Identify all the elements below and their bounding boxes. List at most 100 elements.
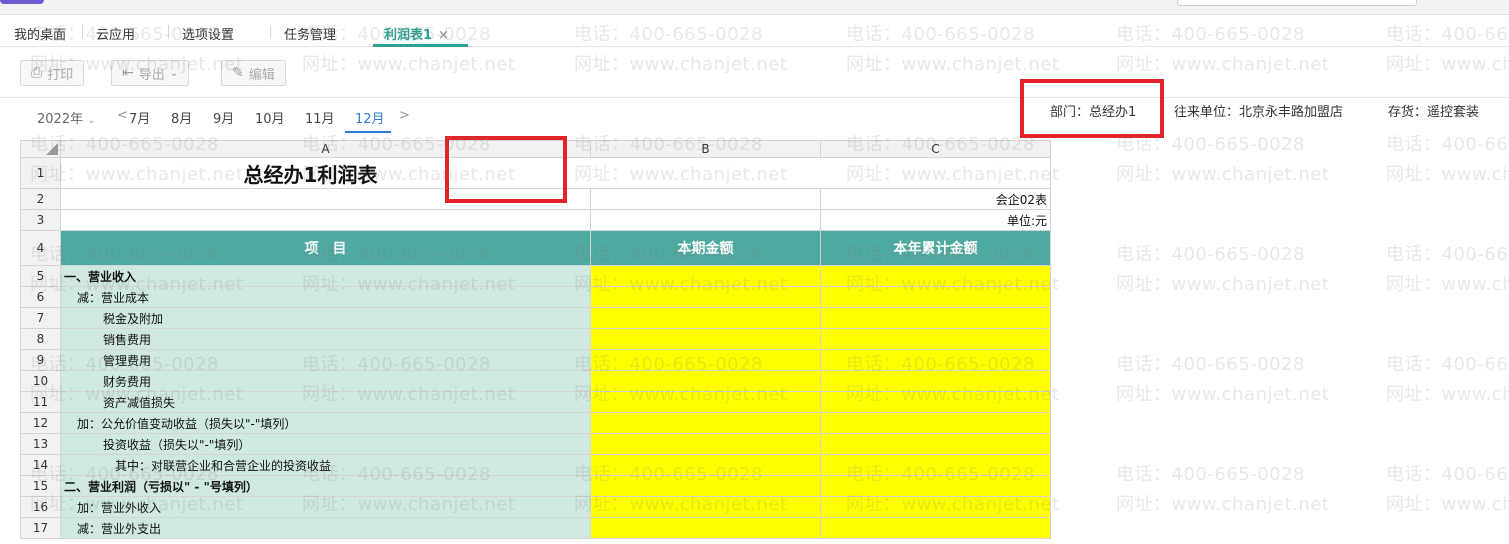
watermark-phone: 电话：400-665-0028 — [1386, 354, 1509, 375]
ytd-amount-cell[interactable] — [820, 307, 1051, 329]
table-row: 8 销售费用 — [20, 328, 1051, 350]
chevron-down-icon: ⌄ — [87, 115, 96, 126]
row-header[interactable]: 6 — [20, 286, 61, 308]
row-header[interactable]: 4 — [20, 230, 61, 266]
print-button[interactable]: ⎙ 打印 — [20, 60, 85, 86]
ytd-amount-cell[interactable] — [820, 391, 1051, 413]
report-title-text: 总经办1利润表 — [243, 162, 378, 187]
global-search-input[interactable] — [1177, 0, 1417, 6]
row-header[interactable]: 1 — [20, 157, 61, 189]
current-amount-cell[interactable] — [590, 307, 821, 329]
current-amount-cell[interactable] — [590, 412, 821, 434]
current-amount-cell[interactable] — [590, 328, 821, 350]
current-amount-cell[interactable] — [590, 454, 821, 476]
item-cell[interactable]: 销售费用 — [60, 328, 591, 350]
row-header[interactable]: 17 — [20, 517, 61, 539]
ytd-amount-cell[interactable] — [820, 265, 1051, 287]
tab-divider — [168, 25, 169, 39]
row-header[interactable]: 7 — [20, 307, 61, 329]
ytd-amount-cell[interactable] — [820, 517, 1051, 539]
table-row: 17 减：营业外支出 — [20, 517, 1051, 539]
row-header[interactable]: 8 — [20, 328, 61, 350]
current-amount-cell[interactable] — [590, 517, 821, 539]
ytd-amount-cell[interactable] — [820, 370, 1051, 392]
year-select[interactable]: 2022年 ⌄ — [37, 108, 96, 127]
print-label: 打印 — [47, 67, 74, 83]
tab-profit-statement[interactable]: 利润表1 × — [384, 24, 449, 43]
ytd-amount-cell[interactable] — [820, 496, 1051, 518]
tab-cloud-apps[interactable]: 云应用 — [96, 24, 135, 43]
row-header[interactable]: 15 — [20, 475, 61, 497]
form-number-cell[interactable]: 会企02表 — [820, 188, 1051, 210]
row-header[interactable]: 5 — [20, 265, 61, 287]
table-row: 16 加：营业外收入 — [20, 496, 1051, 518]
ytd-amount-cell[interactable] — [820, 412, 1051, 434]
column-header-b[interactable]: B — [590, 140, 821, 158]
highlight-box-department — [1020, 79, 1164, 138]
ytd-amount-cell[interactable] — [820, 328, 1051, 350]
watermark-phone: 电话：400-665-0028 — [1386, 464, 1509, 485]
ytd-amount-cell[interactable] — [820, 454, 1051, 476]
item-cell[interactable]: 投资收益（损失以"-"填列） — [60, 433, 591, 455]
row-header[interactable]: 14 — [20, 454, 61, 476]
watermark-site: 网址：www.chanjet.net — [1386, 274, 1509, 295]
column-header-c[interactable]: C — [820, 140, 1051, 158]
item-cell[interactable]: 加：公允价值变动收益（损失以"-"填列） — [60, 412, 591, 434]
export-icon: ⇤ — [122, 65, 134, 81]
month-11[interactable]: 11月 — [305, 108, 335, 127]
item-cell[interactable]: 财务费用 — [60, 370, 591, 392]
month-9[interactable]: 9月 — [213, 108, 234, 127]
row-header[interactable]: 10 — [20, 370, 61, 392]
header-current-amount[interactable]: 本期金额 — [590, 230, 821, 266]
ytd-amount-cell[interactable] — [820, 433, 1051, 455]
cell[interactable] — [60, 209, 591, 231]
item-cell[interactable]: 二、营业利润（亏损以" - "号填列） — [60, 475, 591, 497]
item-cell[interactable]: 一、营业收入 — [60, 265, 591, 287]
current-amount-cell[interactable] — [590, 433, 821, 455]
header-item[interactable]: 项 目 — [60, 230, 591, 266]
item-cell[interactable]: 其中：对联营企业和合营企业的投资收益 — [60, 454, 591, 476]
tab-task-management[interactable]: 任务管理 — [284, 24, 336, 43]
row-header[interactable]: 13 — [20, 433, 61, 455]
row-header[interactable]: 16 — [20, 496, 61, 518]
row-header[interactable]: 9 — [20, 349, 61, 371]
current-amount-cell[interactable] — [590, 391, 821, 413]
close-icon[interactable]: × — [438, 28, 449, 43]
item-cell[interactable]: 税金及附加 — [60, 307, 591, 329]
current-amount-cell[interactable] — [590, 370, 821, 392]
prev-month-button[interactable]: < — [117, 108, 128, 123]
current-amount-cell[interactable] — [590, 496, 821, 518]
item-cell[interactable]: 减：营业外支出 — [60, 517, 591, 539]
row-header[interactable]: 3 — [20, 209, 61, 231]
unit-cell[interactable]: 单位:元 — [820, 209, 1051, 231]
cell[interactable] — [590, 188, 821, 210]
month-10[interactable]: 10月 — [255, 108, 285, 127]
current-amount-cell[interactable] — [590, 265, 821, 287]
select-all-corner[interactable] — [20, 140, 61, 158]
current-amount-cell[interactable] — [590, 349, 821, 371]
cell[interactable] — [590, 209, 821, 231]
row-header[interactable]: 11 — [20, 391, 61, 413]
ytd-amount-cell[interactable] — [820, 475, 1051, 497]
active-tab-indicator — [373, 44, 468, 47]
tab-options[interactable]: 选项设置 — [182, 24, 234, 43]
month-7[interactable]: 7月 — [129, 108, 150, 127]
current-amount-cell[interactable] — [590, 286, 821, 308]
month-8[interactable]: 8月 — [171, 108, 192, 127]
item-cell[interactable]: 资产减值损失 — [60, 391, 591, 413]
ytd-amount-cell[interactable] — [820, 286, 1051, 308]
next-month-button[interactable]: > — [399, 108, 410, 123]
header-ytd-amount[interactable]: 本年累计金额 — [820, 230, 1051, 266]
item-cell[interactable]: 加：营业外收入 — [60, 496, 591, 518]
tab-my-desktop[interactable]: 我的桌面 — [14, 24, 66, 43]
export-button[interactable]: ⇤ 导出 ⌄ — [111, 60, 190, 86]
item-cell[interactable]: 管理费用 — [60, 349, 591, 371]
ytd-amount-cell[interactable] — [820, 349, 1051, 371]
row-header[interactable]: 2 — [20, 188, 61, 210]
row-header[interactable]: 12 — [20, 412, 61, 434]
edit-button[interactable]: ✎ 编辑 — [221, 60, 286, 86]
current-amount-cell[interactable] — [590, 475, 821, 497]
item-cell[interactable]: 减：营业成本 — [60, 286, 591, 308]
watermark-site: 网址：www.chanjet.net — [1386, 164, 1509, 185]
month-12[interactable]: 12月 — [355, 108, 385, 127]
